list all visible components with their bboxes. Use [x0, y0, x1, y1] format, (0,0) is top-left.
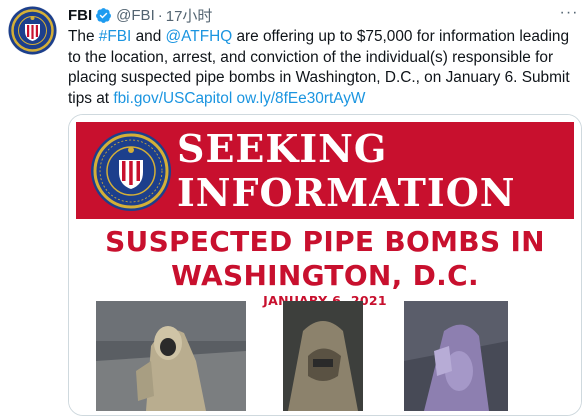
header-separator: · [157, 6, 163, 24]
tweet[interactable]: FBI @FBI · 17小时 ··· The #FBI and @ATFHQ … [0, 0, 588, 416]
poster-title-line1: SEEKING [177, 126, 388, 171]
suspect-photo [96, 301, 246, 411]
author-handle[interactable]: @FBI [116, 7, 155, 24]
url-link-fbi[interactable]: fbi.gov/USCapitol [113, 90, 232, 107]
poster-headline-line2: WASHINGTON, D.C. [171, 259, 479, 292]
text-part: The [68, 28, 99, 45]
media-card[interactable]: SEEKING INFORMATION SUSPECTED PIPE BOMBS… [68, 114, 582, 416]
avatar[interactable] [8, 6, 57, 55]
suspect-photo [283, 301, 363, 411]
poster-banner: SEEKING INFORMATION [76, 122, 574, 219]
text-part: and [131, 28, 166, 45]
tweet-text: The #FBI and @ATFHQ are offering up to $… [68, 27, 580, 109]
verified-badge-icon [95, 7, 112, 24]
author-name[interactable]: FBI [68, 7, 92, 24]
fbi-seal-icon [8, 6, 57, 55]
mention-link[interactable]: @ATFHQ [166, 28, 233, 45]
tweet-header: FBI @FBI · 17小时 [68, 5, 212, 25]
poster-headline: SUSPECTED PIPE BOMBS IN WASHINGTON, D.C. [69, 225, 581, 293]
tweet-timestamp[interactable]: 17小时 [166, 5, 213, 26]
fbi-seal-icon [90, 130, 172, 212]
poster-headline-line1: SUSPECTED PIPE BOMBS IN [105, 225, 545, 258]
poster-title-line2: INFORMATION [177, 170, 516, 215]
poster-title: SEEKING INFORMATION [177, 127, 516, 215]
hashtag-link[interactable]: #FBI [99, 28, 132, 45]
seeking-information-poster[interactable]: SEEKING INFORMATION SUSPECTED PIPE BOMBS… [69, 115, 581, 415]
url-link-owly[interactable]: ow.ly/8fEe30rtAyW [237, 90, 366, 107]
suspect-photo [404, 301, 508, 411]
more-icon[interactable]: ··· [558, 2, 580, 24]
